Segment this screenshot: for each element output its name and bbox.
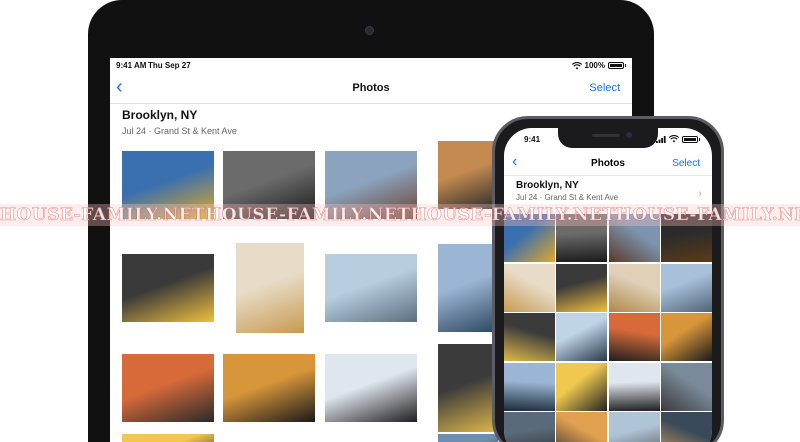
select-button[interactable]: Select [589,82,620,94]
select-button[interactable]: Select [672,158,700,169]
photo-thumbnail-skyline-man-walking[interactable] [325,254,417,322]
status-date: Thu Sep 27 [148,61,191,70]
front-camera [626,132,632,138]
iphone-screen: 9:41 ‹ Photos Select Brooklyn, NY Jul 24… [504,128,712,442]
status-right: 100% [571,61,626,70]
photo-thumbnail[interactable] [504,412,555,442]
wifi-icon [571,61,582,69]
photo-thumbnail-orange-wall-jump[interactable] [122,354,214,422]
battery-icon [608,62,626,69]
status-time: 9:41 AM [116,61,147,70]
photo-thumbnail[interactable] [504,362,555,411]
speaker-grille [592,134,620,137]
moment-location: Brooklyn, NY [516,180,579,191]
photo-thumbnail-man-yellow-shirt-edge[interactable] [438,344,498,432]
photo-thumbnail[interactable] [661,263,712,312]
photo-thumbnail[interactable] [608,412,660,442]
watermark-banner: HOUSE-FAMILY.NET HOUSE-FAMILY.NET HOUSE-… [0,204,800,226]
photo-thumbnail[interactable] [504,263,555,312]
photo-thumbnail[interactable] [556,412,608,442]
photo-thumbnail-man-sunset-portrait[interactable] [438,141,498,209]
photo-thumbnail[interactable] [556,263,608,312]
battery-icon [682,135,700,143]
photo-thumbnail[interactable] [556,313,608,361]
wifi-icon [669,135,679,143]
battery-fill [684,137,696,141]
photo-thumbnail-curly-hair-woman[interactable] [236,243,304,333]
iphone-device: 9:41 ‹ Photos Select Brooklyn, NY Jul 24… [492,116,724,442]
photo-thumbnail-sunset-pier[interactable] [223,354,315,422]
ipad-front-camera [365,26,374,35]
watermark-text: HOUSE-FAMILY.NET [205,205,411,226]
status-time: 9:41 [524,135,541,144]
moment-subtitle: Jul 24 · Grand St & Kent Ave [516,193,619,202]
photo-thumbnail[interactable] [661,313,712,361]
photo-thumbnail[interactable] [556,362,608,411]
photo-thumbnail[interactable] [504,313,555,361]
photo-thumbnail[interactable] [608,263,660,312]
iphone-nav-bar: ‹ Photos Select [504,150,712,176]
watermark-text: HOUSE-FAMILY.NET [615,205,800,226]
photo-thumbnail-man-standing-dark[interactable] [122,434,214,442]
photo-thumbnail[interactable] [661,412,712,442]
chevron-right-icon: › [698,188,702,200]
ipad-nav-bar: ‹ Photos Select [110,72,632,104]
iphone-photo-grid [504,214,712,442]
moment-location: Brooklyn, NY [122,108,198,122]
watermark-text: HOUSE-FAMILY.NET [410,205,616,226]
status-right [656,135,700,143]
photo-thumbnail-city-skyline-river[interactable] [438,244,498,332]
photo-thumbnail-man-stairs-yellow[interactable] [122,254,214,322]
photo-thumbnail[interactable] [608,313,660,361]
photo-thumbnail[interactable] [608,362,660,411]
moment-header[interactable]: Brooklyn, NY Jul 24 · Grand St & Kent Av… [122,108,237,136]
iphone-notch [558,128,658,148]
photo-thumbnail-skyline-edge[interactable] [438,434,498,442]
battery-fill [610,64,622,67]
moment-subtitle: Jul 24 · Grand St & Kent Ave [122,126,237,136]
page-title: Photos [352,82,390,94]
battery-percent: 100% [584,61,605,70]
photo-thumbnail[interactable] [661,362,712,411]
photo-thumbnail-window-silhouettes[interactable] [325,354,417,422]
watermark-text: HOUSE-FAMILY.NET [0,205,206,226]
ipad-status-bar: 9:41 AM Thu Sep 27 100% [110,58,632,72]
